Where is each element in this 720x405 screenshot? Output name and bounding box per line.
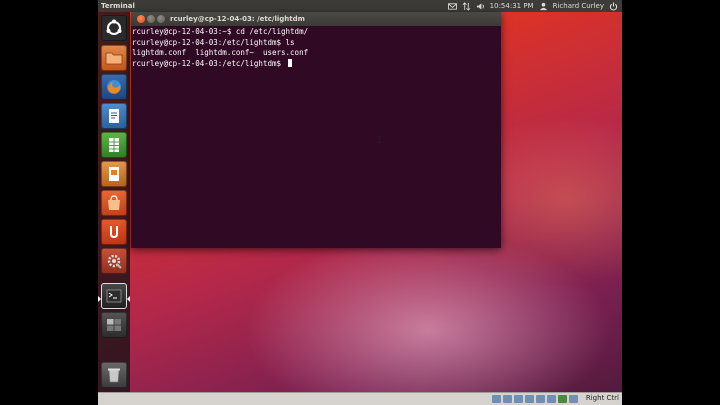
document-writer-icon — [109, 109, 119, 123]
launcher-firefox[interactable] — [101, 74, 127, 100]
close-button[interactable] — [137, 15, 145, 23]
launcher-terminal[interactable] — [101, 283, 127, 309]
keyboard-capture-icon[interactable] — [569, 395, 578, 403]
trash-icon — [108, 368, 120, 383]
launcher-trash[interactable] — [101, 362, 127, 388]
mail-icon[interactable] — [447, 2, 457, 11]
usb-icon[interactable] — [514, 395, 523, 403]
clock[interactable]: 10:54:31 PM — [490, 1, 534, 11]
terminal-window[interactable]: rcurley@cp-12-04-03: /etc/lightdm rcurle… — [131, 12, 501, 248]
indicator-area: 10:54:31 PM Richard Curley — [447, 1, 618, 11]
terminal-icon — [106, 289, 122, 303]
virtualbox-status-bar: Right Ctrl — [98, 392, 622, 405]
launcher — [98, 12, 130, 392]
launcher-files[interactable] — [101, 45, 127, 71]
launcher-workspace-switcher[interactable] — [101, 312, 127, 338]
desktop: Terminal 10:54:31 PM Richard Curley rcur… — [98, 0, 622, 404]
shopping-bag-icon — [108, 195, 120, 210]
launcher-dash-home[interactable] — [101, 15, 127, 41]
launcher-libreoffice-writer[interactable] — [101, 103, 127, 129]
ubuntu-one-icon — [110, 226, 118, 238]
top-panel: Terminal 10:54:31 PM Richard Curley — [98, 0, 622, 12]
terminal-prompt: rcurley@cp-12-04-03:/etc/lightdm$ — [132, 58, 286, 68]
spreadsheet-calc-icon — [109, 138, 119, 152]
launcher-libreoffice-calc[interactable] — [101, 132, 127, 158]
firefox-icon — [107, 80, 121, 94]
active-app-pip-right — [127, 296, 130, 302]
volume-icon[interactable] — [476, 2, 485, 11]
mouse-integration-icon[interactable] — [558, 395, 567, 403]
network-icon[interactable] — [462, 1, 471, 11]
active-app-title: Terminal — [101, 2, 135, 10]
ubuntu-logo-icon — [106, 19, 122, 35]
minimize-button[interactable] — [147, 15, 155, 23]
user-icon — [539, 2, 548, 11]
maximize-button[interactable] — [157, 15, 165, 23]
capture-icon[interactable] — [547, 395, 556, 403]
vm-device-icons — [492, 395, 578, 403]
terminal-line: rcurley@cp-12-04-03:~$ cd /etc/lightdm/ — [132, 27, 309, 36]
terminal-line: rcurley@cp-12-04-03:/etc/lightdm$ ls — [132, 37, 295, 47]
launcher-ubuntu-one[interactable] — [101, 219, 127, 245]
optical-drive-icon[interactable] — [503, 395, 512, 403]
active-app-pip-left — [98, 296, 101, 302]
power-icon[interactable] — [609, 1, 618, 11]
folder-icon — [105, 52, 123, 65]
terminal-line: lightdm.conf lightdm.conf~ users.conf — [132, 48, 309, 57]
terminal-titlebar[interactable]: rcurley@cp-12-04-03: /etc/lightdm — [131, 12, 501, 26]
hdd-icon[interactable] — [492, 395, 501, 403]
presentation-impress-icon — [109, 167, 119, 181]
terminal-output[interactable]: rcurley@cp-12-04-03:~$ cd /etc/lightdm/r… — [131, 26, 501, 70]
user-menu[interactable]: Richard Curley — [553, 1, 604, 11]
mouse-ibeam-cursor: I — [377, 136, 383, 146]
text-cursor — [287, 58, 292, 67]
terminal-title: rcurley@cp-12-04-03: /etc/lightdm — [170, 15, 305, 23]
shared-folders-icon[interactable] — [525, 395, 534, 403]
workspace-switcher-icon — [107, 319, 121, 331]
terminal-prompt-line: rcurley@cp-12-04-03:/etc/lightdm$ — [132, 58, 500, 70]
launcher-software-center[interactable] — [101, 190, 127, 216]
launcher-system-settings[interactable] — [101, 248, 127, 274]
gear-wrench-icon — [107, 254, 122, 269]
network-adapter-icon[interactable] — [536, 395, 545, 403]
launcher-libreoffice-impress[interactable] — [101, 161, 127, 187]
host-key-label: Right Ctrl — [585, 394, 619, 402]
